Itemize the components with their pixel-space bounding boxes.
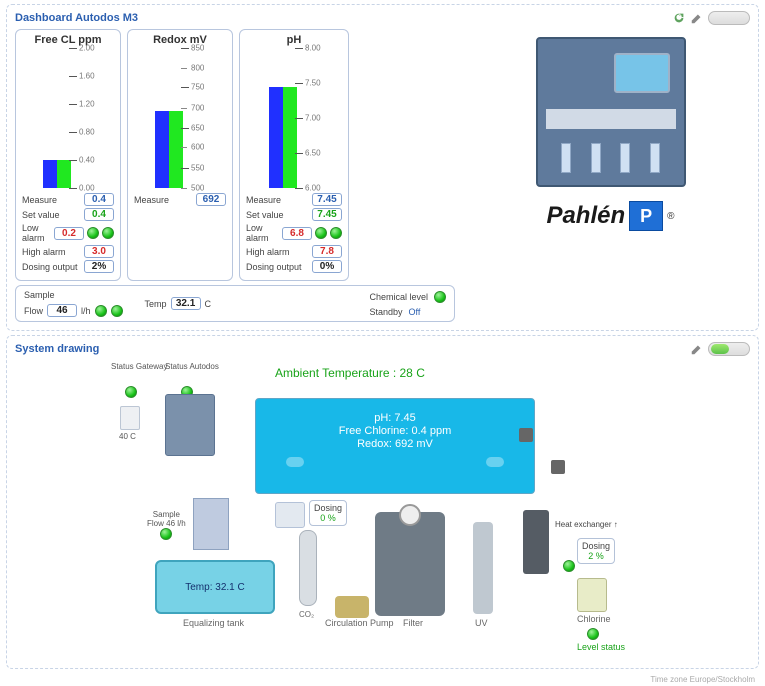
footer-timezone: Time zone Europe/Stockholm bbox=[0, 673, 765, 686]
gateway-temp: 40 C bbox=[119, 432, 136, 441]
heat-exchanger bbox=[523, 510, 549, 574]
ambient-temp: Ambient Temperature : 28 C bbox=[275, 366, 425, 380]
pressure-gauge-icon bbox=[399, 504, 421, 526]
gateway-status-dot bbox=[125, 386, 137, 398]
ph-setvalue: 7.45 bbox=[312, 208, 342, 221]
system-panel: System drawing Ambient Temperature : 28 … bbox=[6, 335, 759, 669]
status-autodos-label: Status Autodos bbox=[165, 362, 219, 371]
pahlen-p-icon: P bbox=[629, 201, 663, 231]
pool-readout: pH: 7.45 Free Chlorine: 0.4 ppm Redox: 6… bbox=[255, 398, 535, 494]
sample-flow: 46 bbox=[47, 304, 77, 317]
chlorine-label: Chlorine bbox=[577, 614, 611, 624]
system-toggle[interactable] bbox=[708, 342, 750, 356]
status-dot bbox=[563, 560, 575, 572]
gauge-ph: pH 8.00 7.50 7.00 6.50 6.00 bbox=[239, 29, 349, 281]
chlorine-tank bbox=[577, 578, 607, 612]
dashboard-toggle[interactable] bbox=[708, 11, 750, 25]
uv-label: UV bbox=[475, 618, 488, 628]
dosing-left: Dosing 0 % bbox=[309, 500, 347, 526]
eq-tank-label: Equalizing tank bbox=[183, 618, 244, 628]
status-dot bbox=[160, 528, 172, 540]
freecl-setvalue: 0.4 bbox=[84, 208, 114, 221]
uv-unit bbox=[473, 522, 493, 614]
brand-logo: Pahlén P ® bbox=[546, 201, 674, 231]
edit-icon[interactable] bbox=[690, 11, 704, 25]
gauge-freecl: Free CL ppm 2.00 1.60 1.20 0.80 0.40 bbox=[15, 29, 121, 281]
ph-lowalarm: 6.8 bbox=[282, 227, 312, 240]
status-dot bbox=[102, 227, 114, 239]
ph-highalarm: 7.8 bbox=[312, 245, 342, 258]
system-title: System drawing bbox=[15, 343, 99, 355]
valve-icon bbox=[519, 428, 533, 442]
dashboard-title: Dashboard Autodos M3 bbox=[15, 12, 138, 24]
sample-bar: Sample Flow 46 l/h Temp 32.1 C Chemical … bbox=[15, 285, 455, 322]
status-dot bbox=[87, 227, 99, 239]
standby-value: Off bbox=[409, 307, 421, 317]
sample-flow-cell bbox=[193, 498, 229, 550]
level-status-dot bbox=[587, 628, 599, 640]
hx-label: Heat exchanger ↑ bbox=[555, 520, 618, 529]
edit-icon[interactable] bbox=[690, 342, 704, 356]
status-dot bbox=[111, 305, 123, 317]
gauge-redox: Redox mV 850 800 750 700 650 600 bbox=[127, 29, 233, 281]
freecl-dosing: 2% bbox=[84, 260, 114, 273]
level-status-label: Level status bbox=[577, 642, 625, 652]
filter-label: Filter bbox=[403, 618, 423, 628]
gauge-freecl-title: Free CL ppm bbox=[22, 34, 114, 46]
dashboard-panel: Dashboard Autodos M3 Free CL ppm bbox=[6, 4, 759, 331]
dashboard-tools bbox=[672, 11, 750, 25]
circ-pump-label: Circulation Pump bbox=[325, 618, 394, 628]
dashboard-header: Dashboard Autodos M3 bbox=[15, 9, 750, 29]
valve-icon bbox=[551, 460, 565, 474]
status-dot bbox=[330, 227, 342, 239]
freecl-lowalarm: 0.2 bbox=[54, 227, 84, 240]
status-dot bbox=[95, 305, 107, 317]
circulation-pump bbox=[335, 596, 369, 618]
autodos-device-image bbox=[536, 37, 686, 187]
co2-tank bbox=[299, 530, 317, 606]
status-dot bbox=[434, 291, 446, 303]
ph-dosing: 0% bbox=[312, 260, 342, 273]
freecl-highalarm: 3.0 bbox=[84, 245, 114, 258]
gateway-device bbox=[120, 406, 140, 430]
status-gateway-label: Status Gateway bbox=[111, 362, 167, 371]
freecl-measure: 0.4 bbox=[84, 193, 114, 206]
co2-label: CO₂ bbox=[299, 610, 314, 619]
sample-flow-label: Sample Flow 46 l/h bbox=[147, 510, 186, 542]
dosing-pump-left bbox=[275, 502, 305, 528]
refresh-icon[interactable] bbox=[672, 11, 686, 25]
redox-measure: 692 bbox=[196, 193, 226, 206]
ph-measure: 7.45 bbox=[312, 193, 342, 206]
system-diagram: Ambient Temperature : 28 C Status Gatewa… bbox=[15, 360, 750, 660]
gauge-ph-title: pH bbox=[246, 34, 342, 46]
system-header: System drawing bbox=[15, 340, 750, 360]
status-dot bbox=[315, 227, 327, 239]
filter-tank bbox=[375, 512, 445, 616]
sample-temp: 32.1 bbox=[171, 297, 201, 310]
equalizing-tank: Temp: 32.1 C bbox=[155, 560, 275, 614]
gauge-redox-title: Redox mV bbox=[134, 34, 226, 46]
dosing-right: Dosing 2 % bbox=[577, 538, 615, 564]
autodos-device-small bbox=[165, 394, 215, 456]
